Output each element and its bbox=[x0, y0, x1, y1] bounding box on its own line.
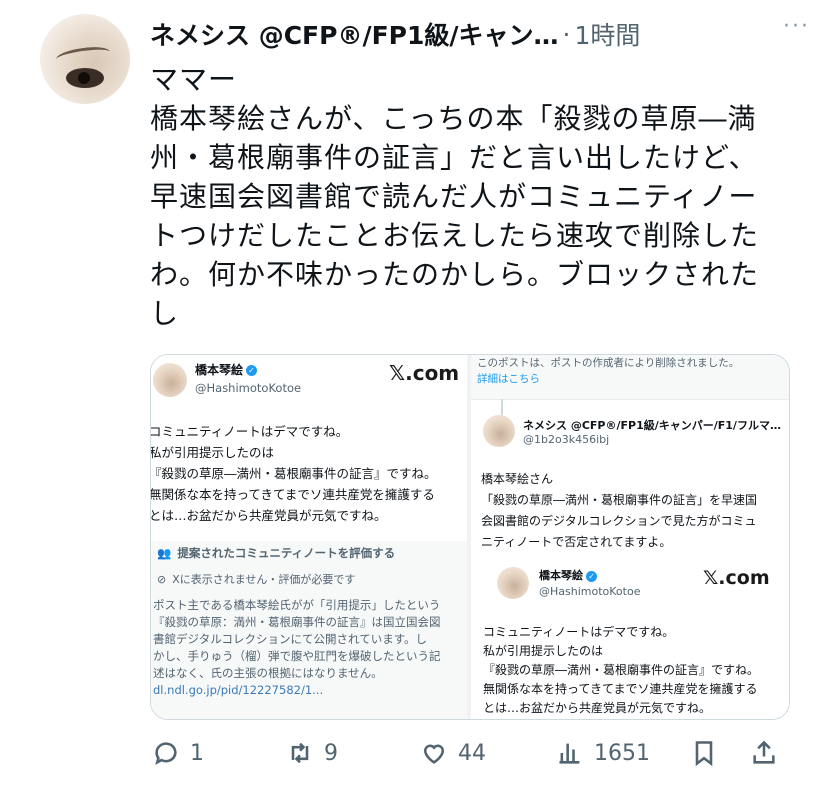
community-note-link[interactable]: dl.ndl.go.jp/pid/12227582/1... bbox=[153, 682, 441, 699]
tweet-text-line: し bbox=[150, 297, 180, 330]
community-note-header: 👥 提案されたコミュニティノートを評価する bbox=[157, 545, 395, 561]
bookmark-button[interactable] bbox=[690, 730, 718, 776]
quoted-author-avatar bbox=[153, 363, 187, 397]
reply-icon bbox=[155, 742, 177, 765]
inner-author-avatar bbox=[497, 567, 529, 599]
reply-author-avatar bbox=[483, 415, 515, 447]
views-count: 1651 bbox=[594, 740, 650, 766]
tweet-text-line: わ。何か不味かったのかしら。ブロックされた bbox=[150, 258, 760, 291]
tweet-text-line: 橋本琴絵さんが、こっちの本「殺戮の草原―満 bbox=[150, 102, 757, 135]
quoted-post-line: とは…お盆だから共産党員が元気ですね。 bbox=[151, 508, 387, 523]
inner-post-text: コミュニティノートはデマですね。 私が引用提示したのは 『殺戮の草原―満州・葛根… bbox=[483, 623, 759, 718]
verified-badge-icon: ✓ bbox=[246, 365, 258, 376]
community-note-line: かし、手りゅう（榴）弾で腹や肛門を爆破したという記 bbox=[153, 649, 441, 663]
community-note-line: 『殺戮の草原：満州・葛根廟事件の証言』は国立国会図 bbox=[153, 615, 441, 629]
tweet-text-line: 州・葛根廟事件の証言」だと言い出したけど、 bbox=[150, 141, 758, 174]
views-icon bbox=[559, 743, 580, 764]
tweet-text-line: ママー bbox=[150, 63, 238, 96]
quoted-author-row: 橋本琴絵 ✓ bbox=[195, 361, 258, 378]
quoted-post-line: コミュニティノートはデマですね。 bbox=[151, 424, 349, 439]
community-note-line: 書館デジタルコレクションにて公開されています。し bbox=[153, 632, 428, 646]
like-button[interactable]: 44 bbox=[420, 730, 486, 776]
verified-badge-icon: ✓ bbox=[586, 570, 597, 582]
heart-icon bbox=[423, 744, 445, 764]
x-com-logo: 𝕏.com bbox=[389, 361, 460, 385]
separator-dot: · bbox=[562, 19, 571, 49]
inner-post-line: 私が引用提示したのは bbox=[483, 644, 604, 658]
share-icon bbox=[753, 740, 775, 764]
hidden-icon: ⊘ bbox=[157, 573, 167, 586]
tweet-text-line: 早速国会図書館で読んだ人がコミュニティノー bbox=[150, 180, 758, 213]
community-note-line: 述はなく、氏の主張の根拠にはなりません。 bbox=[153, 666, 383, 680]
more-options-icon[interactable]: ··· bbox=[783, 14, 810, 39]
community-note-box: 👥 提案されたコミュニティノートを評価する ⊘ Xに表示されません・評価が必要です … bbox=[151, 541, 467, 719]
reply-author-name: ネメシス @CFP®/FP1級/キャンパー/F1/フルマ… bbox=[523, 419, 781, 432]
inner-post-line: とは…お盆だから共産党員が元気ですね。 bbox=[483, 701, 712, 715]
community-note-status-text: Xに表示されません・評価が必要です bbox=[172, 573, 356, 586]
inner-author-name: 橋本琴絵 bbox=[539, 569, 583, 582]
reply-post-line: 橋本琴絵さん bbox=[481, 472, 554, 486]
tweet-text: ママー 橋本琴絵さんが、こっちの本「殺戮の草原―満 州・葛根廟事件の証言」だと言… bbox=[150, 60, 810, 333]
reply-count: 1 bbox=[190, 740, 204, 766]
quoted-post-text: コミュニティノートはデマですね。 私が引用提示したのは 『殺戮の草原―満州・葛根… bbox=[151, 421, 437, 526]
community-note-body: ポスト主である橋本琴絵氏がが「引用提示」したという 『殺戮の草原：満州・葛根廟事… bbox=[153, 597, 441, 699]
community-note-line: ポスト主である橋本琴絵氏がが「引用提示」したという bbox=[153, 598, 441, 612]
media-image-right[interactable]: このポストは、ポストの作成者により削除されました。 詳細はこちら ネメシス @C… bbox=[471, 355, 789, 719]
reply-author-handle: @1b2o3k456ibj bbox=[523, 433, 610, 446]
people-icon: 👥 bbox=[157, 546, 172, 560]
bookmark-icon bbox=[695, 741, 713, 767]
retweet-button[interactable]: 9 bbox=[286, 730, 338, 776]
attached-media[interactable]: 橋本琴絵 ✓ @HashimotoKotoe 𝕏.com コミュニティノートはデマ… bbox=[150, 354, 790, 720]
community-note-status: ⊘ Xに表示されません・評価が必要です bbox=[157, 571, 355, 587]
deleted-post-notice: このポストは、ポストの作成者により削除されました。 詳細はこちら bbox=[471, 355, 789, 400]
views-button[interactable]: 1651 bbox=[556, 730, 650, 776]
retweet-count: 9 bbox=[324, 740, 338, 766]
share-button[interactable] bbox=[750, 730, 778, 776]
x-com-logo: 𝕏.com bbox=[703, 567, 770, 589]
reply-button[interactable]: 1 bbox=[152, 730, 204, 776]
tweet-text-line: トつけだしたことお伝えしたら速攻で削除した bbox=[150, 219, 760, 252]
author-avatar[interactable] bbox=[40, 14, 130, 104]
reply-post-line: ニティノートで否定されてますよ。 bbox=[481, 535, 672, 549]
like-count: 44 bbox=[458, 740, 486, 766]
retweet-icon bbox=[291, 742, 309, 764]
inner-author-handle: @HashimotoKotoe bbox=[539, 585, 641, 598]
quoted-post-line: 『殺戮の草原―満州・葛根廟事件の証言』ですね。 bbox=[151, 466, 437, 481]
reply-post-line: 会図書館のデジタルコレクションで見た方がコミュ bbox=[481, 514, 757, 528]
deleted-notice-text: このポストは、ポストの作成者により削除されました。 bbox=[477, 357, 740, 369]
reply-post-line: 「殺戮の草原―満州・葛根廟事件の証言」を早速国 bbox=[481, 493, 758, 507]
media-image-left[interactable]: 橋本琴絵 ✓ @HashimotoKotoe 𝕏.com コミュニティノートはデマ… bbox=[151, 355, 467, 719]
author-display-name[interactable]: ネメシス @CFP®/FP1級/キャン… bbox=[150, 16, 559, 52]
inner-post-line: 無関係な本を持ってきてまでソ連共産党を擁護する bbox=[483, 682, 758, 696]
quoted-post-line: 無関係な本を持ってきてまでソ連共産党を擁護する bbox=[151, 487, 435, 502]
inner-post-line: コミュニティノートはデマですね。 bbox=[483, 625, 675, 639]
community-note-title: 提案されたコミュニティノートを評価する bbox=[177, 546, 396, 560]
tweet-header: ネメシス @CFP®/FP1級/キャン… · 1時間 bbox=[150, 14, 808, 54]
avatar-eyebrow bbox=[55, 44, 111, 67]
quoted-author-handle: @HashimotoKotoe bbox=[195, 381, 302, 395]
action-bar: 1 9 44 1651 bbox=[0, 730, 828, 776]
details-link[interactable]: 詳細はこちら bbox=[477, 371, 540, 386]
tweet-timestamp[interactable]: 1時間 bbox=[574, 16, 640, 52]
avatar-eye bbox=[66, 68, 104, 88]
quoted-author-name: 橋本琴絵 bbox=[195, 363, 244, 377]
reply-post-text: 橋本琴絵さん 「殺戮の草原―満州・葛根廟事件の証言」を早速国 会図書館のデジタル… bbox=[481, 469, 757, 553]
quoted-post-line: 私が引用提示したのは bbox=[151, 445, 275, 460]
inner-post-line: 『殺戮の草原―満州・葛根廟事件の証言』ですね。 bbox=[483, 663, 760, 677]
inner-author-row: 橋本琴絵 ✓ bbox=[539, 567, 597, 583]
